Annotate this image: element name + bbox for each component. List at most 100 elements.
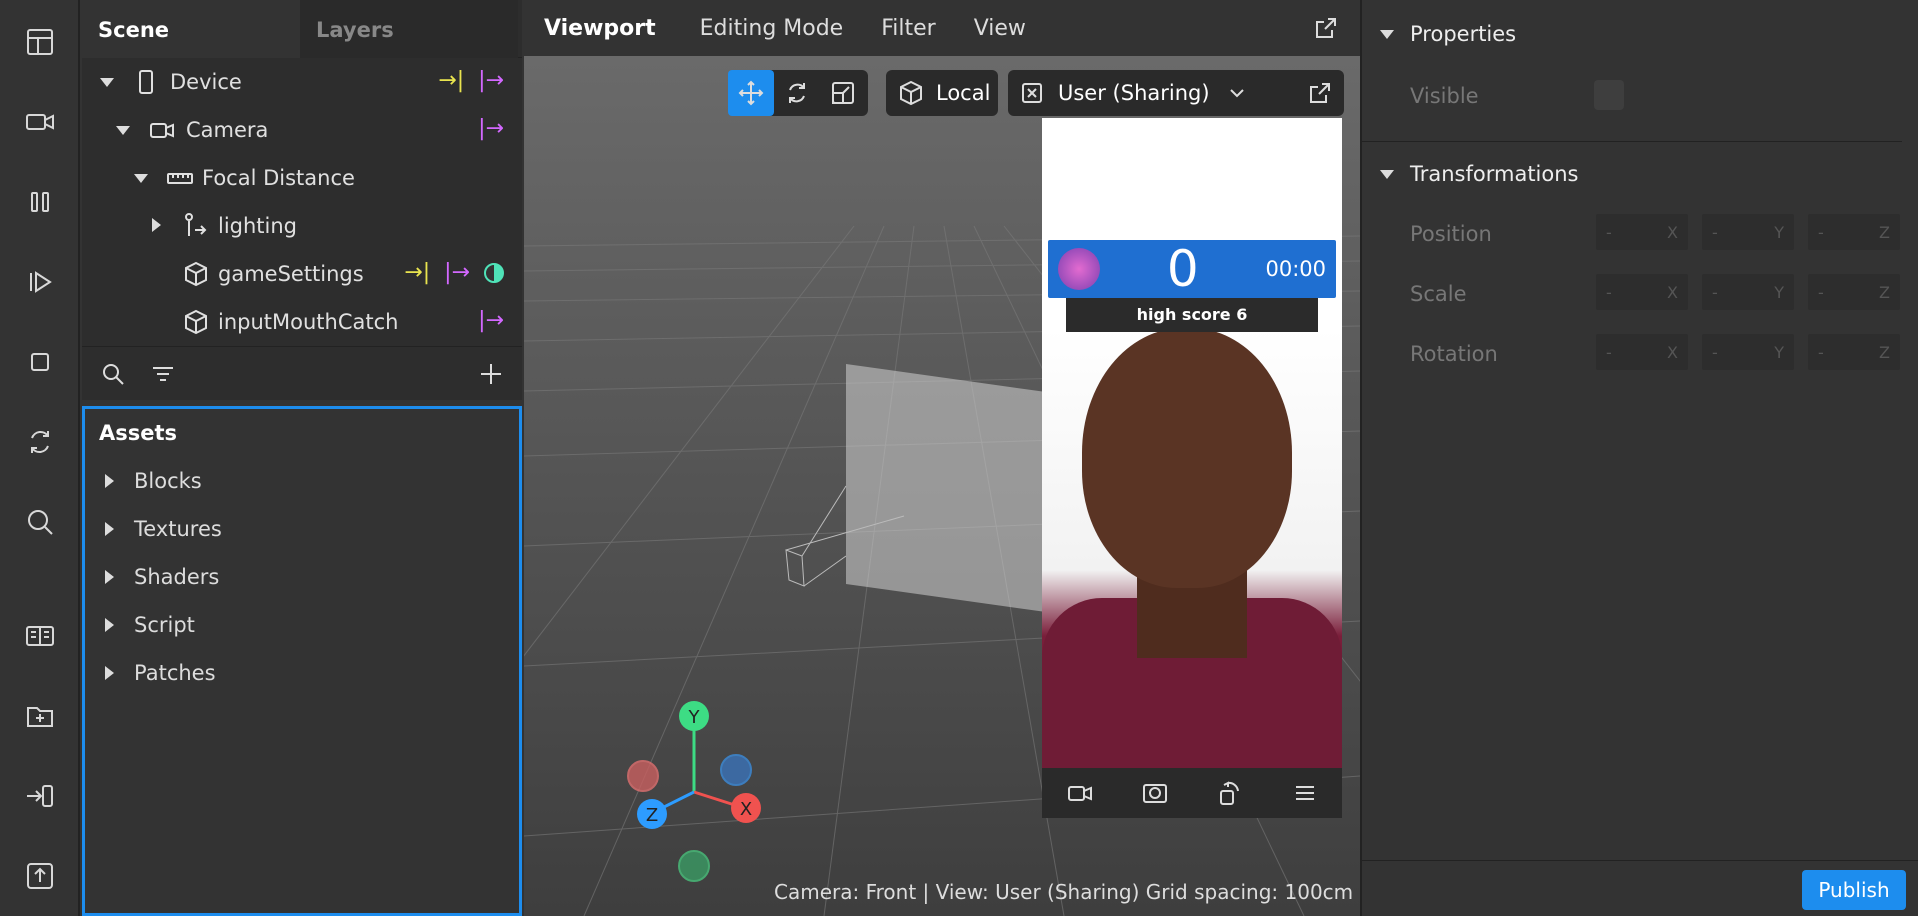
properties-header[interactable]: Properties xyxy=(1380,22,1516,46)
assets-title: Assets xyxy=(99,421,178,445)
transformations-header[interactable]: Transformations xyxy=(1380,162,1579,186)
upload-icon[interactable] xyxy=(18,854,62,898)
popout-icon[interactable] xyxy=(1314,16,1338,40)
add-folder-icon[interactable] xyxy=(18,694,62,738)
menu-editing-mode[interactable]: Editing Mode xyxy=(700,16,844,41)
camera-feed-image xyxy=(1042,328,1342,768)
menu-view[interactable]: View xyxy=(974,16,1026,41)
position-z-field[interactable]: -Z xyxy=(1808,214,1900,250)
score-value: 0 xyxy=(1166,240,1199,298)
transform-tools xyxy=(728,70,868,116)
chevron-right-icon[interactable] xyxy=(105,666,114,680)
yellow-arrow-icon[interactable]: →| xyxy=(438,68,464,93)
video-icon[interactable] xyxy=(1066,779,1094,807)
rotation-y-field[interactable]: -Y xyxy=(1702,334,1794,370)
score-bar: 0 00:00 xyxy=(1048,240,1336,298)
rotation-x-field[interactable]: -X xyxy=(1596,334,1688,370)
import-icon[interactable] xyxy=(18,774,62,818)
cube-icon xyxy=(900,80,922,106)
space-label: Local xyxy=(936,81,991,105)
light-icon xyxy=(182,212,210,240)
asset-label: Patches xyxy=(134,661,216,685)
rotate-device-icon[interactable] xyxy=(1216,779,1244,807)
visible-label: Visible xyxy=(1410,84,1479,108)
tree-item-camera[interactable]: Camera |→ xyxy=(82,106,522,154)
svg-text:Z: Z xyxy=(646,805,658,826)
scale-tool[interactable] xyxy=(820,70,866,116)
yellow-arrow-icon[interactable]: →| xyxy=(404,260,430,285)
tree-item-lighting[interactable]: lighting xyxy=(82,202,522,250)
search-icon[interactable] xyxy=(18,500,62,544)
view-select-value: User (Sharing) xyxy=(1058,81,1210,105)
pause-icon[interactable] xyxy=(18,180,62,224)
filter-icon[interactable] xyxy=(150,361,176,387)
purple-arrow-icon[interactable]: |→ xyxy=(478,116,504,141)
teal-half-circle-icon[interactable] xyxy=(484,262,504,283)
view-select[interactable]: User (Sharing) xyxy=(1008,70,1344,116)
refresh-icon[interactable] xyxy=(18,420,62,464)
add-icon[interactable] xyxy=(478,361,504,387)
chevron-down-icon[interactable] xyxy=(134,174,148,183)
video-icon[interactable] xyxy=(18,100,62,144)
ruler-icon xyxy=(166,164,194,192)
badges: |→ xyxy=(478,308,504,333)
tree-item-label: Camera xyxy=(186,118,269,142)
purple-arrow-icon[interactable]: |→ xyxy=(478,68,504,93)
asset-item-script[interactable]: Script xyxy=(105,613,195,637)
asset-item-shaders[interactable]: Shaders xyxy=(105,565,219,589)
chevron-down-icon xyxy=(1229,89,1244,98)
docs-icon[interactable] xyxy=(18,614,62,658)
tree-item-label: inputMouthCatch xyxy=(218,310,399,334)
stop-icon[interactable] xyxy=(18,340,62,384)
visible-checkbox[interactable] xyxy=(1594,80,1624,110)
chevron-right-icon[interactable] xyxy=(105,570,114,584)
menu-viewport[interactable]: Viewport xyxy=(544,16,656,41)
tree-item-label: gameSettings xyxy=(218,262,364,286)
asset-item-patches[interactable]: Patches xyxy=(105,661,216,685)
menu-filter[interactable]: Filter xyxy=(881,16,935,41)
position-label: Position xyxy=(1410,222,1492,246)
step-forward-icon[interactable] xyxy=(18,260,62,304)
tab-scene[interactable]: Scene xyxy=(82,0,300,58)
rotate-icon xyxy=(789,83,805,103)
asset-label: Shaders xyxy=(134,565,220,589)
tree-item-focal-distance[interactable]: Focal Distance xyxy=(82,154,522,202)
transformations-title: Transformations xyxy=(1410,162,1579,186)
tree-item-inputmouthcatch[interactable]: inputMouthCatch |→ xyxy=(82,298,522,346)
scale-y-field[interactable]: -Y xyxy=(1702,274,1794,310)
chevron-down-icon[interactable] xyxy=(116,126,130,135)
position-y-field[interactable]: -Y xyxy=(1702,214,1794,250)
asset-item-blocks[interactable]: Blocks xyxy=(105,469,202,493)
chevron-right-icon[interactable] xyxy=(105,522,114,536)
popout-icon[interactable] xyxy=(1308,81,1332,105)
position-x-field[interactable]: -X xyxy=(1596,214,1688,250)
scale-x-field[interactable]: -X xyxy=(1596,274,1688,310)
move-tool[interactable] xyxy=(728,70,774,116)
tree-item-device[interactable]: Device →| |→ xyxy=(82,58,522,106)
rotation-z-field[interactable]: -Z xyxy=(1808,334,1900,370)
chevron-right-icon[interactable] xyxy=(105,474,114,488)
asset-item-textures[interactable]: Textures xyxy=(105,517,222,541)
rotate-tool[interactable] xyxy=(774,70,820,116)
cube-icon xyxy=(182,308,210,336)
chevron-right-icon[interactable] xyxy=(152,218,161,232)
switch-camera-icon[interactable] xyxy=(1141,779,1169,807)
axis-gizmo[interactable]: Y X Z xyxy=(564,690,764,890)
space-toggle[interactable]: Local xyxy=(886,70,998,116)
assets-panel: Assets Blocks Textures Shaders Script Pa… xyxy=(82,406,522,916)
search-icon[interactable] xyxy=(100,361,126,387)
scale-label: Scale xyxy=(1410,282,1467,306)
viewport-menubar: Viewport Editing Mode Filter View xyxy=(524,0,1360,56)
purple-arrow-icon[interactable]: |→ xyxy=(444,260,470,285)
publish-button[interactable]: Publish xyxy=(1802,870,1906,910)
svg-text:X: X xyxy=(740,799,752,820)
layout-icon[interactable] xyxy=(18,20,62,64)
chevron-right-icon[interactable] xyxy=(105,618,114,632)
chevron-down-icon[interactable] xyxy=(100,78,114,87)
simulator-preview[interactable]: 0 00:00 high score 6 xyxy=(1042,118,1342,818)
scale-z-field[interactable]: -Z xyxy=(1808,274,1900,310)
menu-icon[interactable] xyxy=(1291,779,1319,807)
purple-arrow-icon[interactable]: |→ xyxy=(478,308,504,333)
tree-item-gamesettings[interactable]: gameSettings →| |→ xyxy=(82,250,522,298)
tab-layers[interactable]: Layers xyxy=(300,0,518,58)
